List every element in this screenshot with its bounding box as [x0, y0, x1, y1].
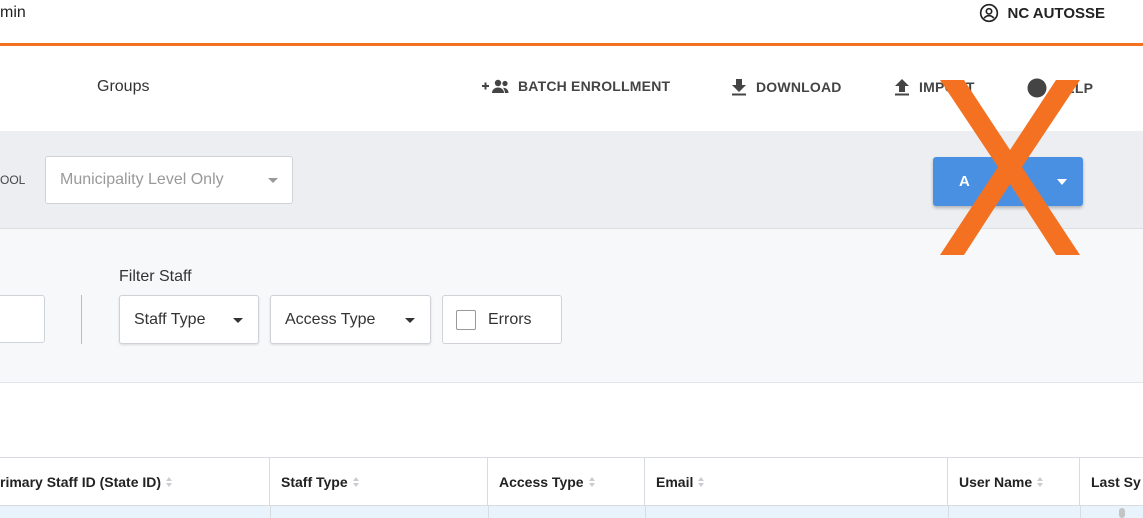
user-name: NC AUTOSSE — [1007, 4, 1105, 22]
cell-divider — [645, 506, 646, 518]
sort-icon[interactable] — [698, 477, 705, 487]
column-header-label: User Name — [959, 474, 1033, 490]
sort-icon[interactable] — [1037, 477, 1044, 487]
chevron-down-icon — [405, 318, 415, 323]
sort-icon[interactable] — [352, 477, 359, 487]
column-header-label: Staff Type — [281, 474, 348, 490]
cell-divider — [1080, 506, 1081, 518]
school-select-value: Municipality Level Only — [60, 171, 224, 188]
add-group-icon — [482, 79, 509, 93]
column-header-last-sync[interactable]: Last Sy — [1080, 458, 1143, 506]
chevron-down-icon — [268, 178, 278, 183]
cell-divider — [270, 506, 271, 518]
column-header-label: Email — [656, 474, 694, 490]
access-type-label: Access Type — [285, 310, 376, 328]
scrollbar-thumb[interactable] — [1119, 508, 1125, 518]
download-label: DOWNLOAD — [756, 79, 842, 95]
staff-type-label: Staff Type — [134, 310, 206, 328]
close-x-icon — [940, 80, 1080, 255]
cell-divider — [948, 506, 949, 518]
account-circle-icon — [980, 3, 999, 23]
column-header-staff-id[interactable]: rimary Staff ID (State ID) — [0, 458, 270, 506]
tab-groups[interactable]: Groups — [97, 78, 149, 96]
errors-checkbox[interactable]: Errors — [442, 295, 562, 344]
cell-divider — [488, 506, 489, 518]
column-header-access-type[interactable]: Access Type — [488, 458, 645, 506]
checkbox-icon[interactable] — [456, 309, 476, 330]
top-bar: min NC AUTOSSE — [0, 0, 1143, 46]
school-select[interactable]: Municipality Level Only — [45, 156, 293, 204]
download-button[interactable]: DOWNLOAD — [730, 78, 842, 96]
staff-type-dropdown[interactable]: Staff Type — [119, 295, 259, 344]
school-label: OOL — [0, 173, 26, 187]
column-header-email[interactable]: Email — [645, 458, 948, 506]
upload-icon — [895, 79, 909, 96]
filter-staff-label: Filter Staff — [119, 268, 192, 285]
batch-enrollment-label: BATCH ENROLLMENT — [518, 78, 671, 94]
sort-icon[interactable] — [588, 477, 595, 487]
batch-enrollment-button[interactable]: BATCH ENROLLMENT — [482, 78, 670, 94]
search-input[interactable] — [0, 295, 45, 343]
column-header-label: rimary Staff ID (State ID) — [0, 474, 162, 490]
column-header-user-name[interactable]: User Name — [948, 458, 1080, 506]
download-icon — [732, 79, 746, 96]
filter-divider — [81, 295, 82, 344]
access-type-dropdown[interactable]: Access Type — [270, 295, 431, 344]
user-menu[interactable]: NC AUTOSSE — [979, 3, 1105, 23]
sort-icon[interactable] — [166, 477, 173, 487]
errors-label: Errors — [488, 310, 532, 328]
column-header-staff-type[interactable]: Staff Type — [270, 458, 488, 506]
column-header-label: Access Type — [499, 474, 584, 490]
column-header-label: Last Sy — [1091, 474, 1141, 490]
chevron-down-icon — [233, 318, 243, 323]
table-row[interactable] — [0, 506, 1143, 518]
app-title: min — [0, 4, 26, 21]
staff-table-header: rimary Staff ID (State ID) Staff Type Ac… — [0, 457, 1143, 506]
